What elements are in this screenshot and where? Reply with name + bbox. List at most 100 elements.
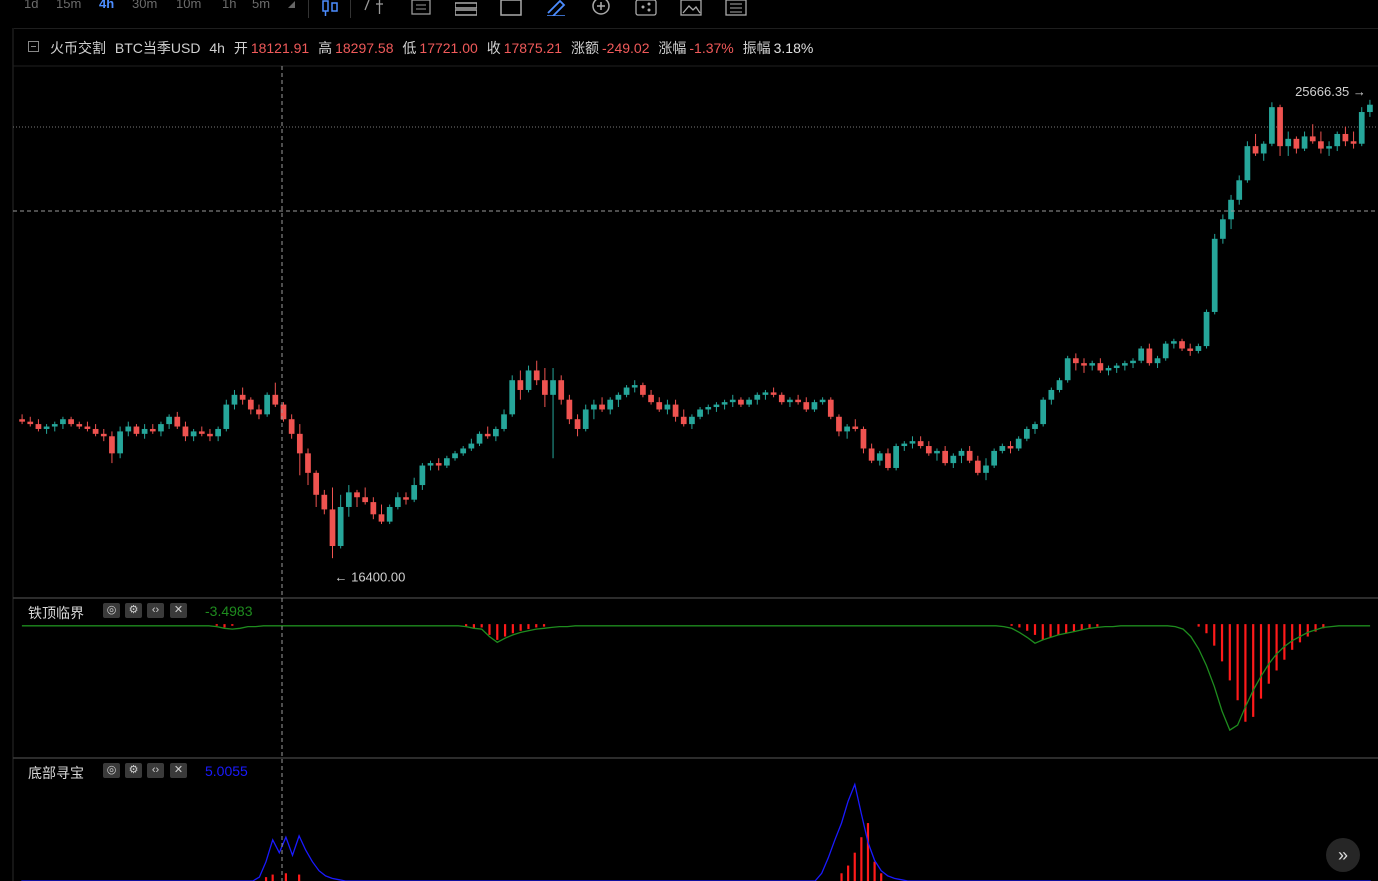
- timeframe-4h[interactable]: 4h: [99, 0, 114, 11]
- candle-body: [182, 426, 189, 437]
- candle-body: [43, 426, 50, 429]
- candle-body: [1064, 358, 1071, 381]
- timeframe-15m[interactable]: 15m: [56, 0, 81, 11]
- candle-body: [1130, 360, 1136, 364]
- candle-body: [1228, 199, 1234, 220]
- high-value: 18297.58: [335, 40, 394, 56]
- candle-body: [84, 426, 91, 429]
- candle-body: [166, 416, 172, 425]
- candle-body: [795, 399, 801, 403]
- candle-body: [174, 416, 181, 427]
- indicator1-hide-eye-icon[interactable]: ◎: [103, 603, 120, 618]
- candle-body: [100, 433, 107, 437]
- candle-body: [950, 455, 957, 464]
- candle-body: [656, 402, 663, 410]
- collapse-toggle-icon[interactable]: [28, 41, 39, 52]
- draw-line-icon[interactable]: [362, 0, 384, 16]
- layout-icon[interactable]: [455, 0, 477, 16]
- indicator2-code-icon[interactable]: ‹›: [147, 763, 164, 778]
- candle-body: [778, 394, 785, 403]
- candle-body: [934, 450, 940, 454]
- document-icon[interactable]: [725, 0, 747, 16]
- candle-body: [411, 485, 418, 500]
- candle-body: [713, 404, 720, 408]
- timeframe-1d[interactable]: 1d: [24, 0, 38, 11]
- indicator2-line: [21, 782, 1371, 881]
- candle-body: [133, 426, 140, 434]
- candle-body: [1040, 399, 1047, 425]
- expand-chevron-icon[interactable]: »: [1326, 838, 1360, 872]
- chart-canvas[interactable]: 25666.35 → ← 16400.00: [0, 0, 1378, 881]
- candle-body: [885, 453, 891, 468]
- candle-body: [345, 492, 352, 507]
- high-label: 高: [318, 40, 333, 56]
- toolbar-divider: [350, 0, 351, 18]
- candle-body: [803, 402, 810, 410]
- candle-body: [247, 399, 254, 410]
- candle-body: [672, 404, 679, 417]
- timeframe-5m[interactable]: 5m: [252, 0, 270, 11]
- candle-body: [125, 426, 132, 432]
- candle-body: [27, 421, 34, 425]
- low-label: 低: [402, 40, 417, 56]
- snapshot-icon[interactable]: [680, 0, 702, 16]
- add-indicator-icon[interactable]: [590, 0, 612, 16]
- candle-body: [631, 385, 638, 388]
- indicator2-close-icon[interactable]: ✕: [170, 763, 187, 778]
- fullscreen-icon[interactable]: [500, 0, 522, 16]
- share-icon[interactable]: [635, 0, 657, 16]
- low-value: 17721.00: [419, 40, 478, 56]
- candle-body: [1309, 136, 1316, 142]
- candle-body: [92, 428, 99, 434]
- candle-body: [117, 431, 123, 454]
- indicator1-code-icon[interactable]: ‹›: [147, 603, 164, 618]
- formula-icon[interactable]: [410, 0, 432, 16]
- indicator2-hide-eye-icon[interactable]: ◎: [103, 763, 120, 778]
- dropdown-triangle-icon[interactable]: [286, 0, 298, 16]
- candle-body: [256, 409, 262, 415]
- candle-body: [844, 426, 850, 432]
- indicator2-settings-gear-icon[interactable]: ⚙: [125, 763, 142, 778]
- toolbar-divider: [308, 0, 309, 18]
- candle-body: [697, 409, 703, 417]
- candle-type-icon[interactable]: [320, 0, 342, 16]
- candle-body: [378, 514, 385, 522]
- close-value: 17875.21: [503, 40, 563, 56]
- pencil-icon[interactable]: [545, 0, 567, 16]
- candle-body: [1293, 138, 1300, 149]
- timeframe-toolbar: 1d 15m 4h 30m 10m 1h 5m: [0, 0, 1378, 18]
- timeframe-30m[interactable]: 30m: [132, 0, 157, 11]
- candle-body: [329, 509, 336, 546]
- indicator1-settings-gear-icon[interactable]: ⚙: [125, 603, 142, 618]
- candle-body: [680, 416, 687, 425]
- candle-body: [591, 404, 597, 410]
- candle-body: [599, 404, 605, 410]
- candle-body: [1358, 112, 1365, 144]
- candle-body: [337, 506, 344, 546]
- indicator1-close-icon[interactable]: ✕: [170, 603, 187, 618]
- candle-body: [974, 460, 981, 473]
- candle-body: [648, 394, 654, 403]
- indicator2-layer: [21, 782, 1371, 881]
- candle-body: [1121, 363, 1128, 366]
- candle-body: [942, 450, 949, 464]
- max-price-label: 25666.35 →: [1295, 84, 1366, 99]
- candle-body: [1318, 141, 1324, 149]
- candle-body: [141, 428, 148, 434]
- candle-body: [1056, 380, 1063, 390]
- grid-layer: [12, 28, 1378, 881]
- candle-body: [1179, 341, 1185, 349]
- timeframe-10m[interactable]: 10m: [176, 0, 201, 11]
- candle-body: [19, 419, 25, 422]
- indicator1-value: -3.4983: [205, 603, 253, 619]
- candle-body: [190, 431, 197, 437]
- candle-body: [811, 402, 818, 410]
- candle-body: [362, 497, 369, 503]
- candle-body: [68, 419, 74, 425]
- candle-body: [109, 436, 115, 454]
- candle-body: [542, 380, 548, 395]
- candle-body: [1260, 143, 1267, 154]
- timeframe-1h[interactable]: 1h: [222, 0, 236, 11]
- indicator2-title: 底部寻宝: [28, 765, 84, 781]
- change-value: -249.02: [602, 40, 650, 56]
